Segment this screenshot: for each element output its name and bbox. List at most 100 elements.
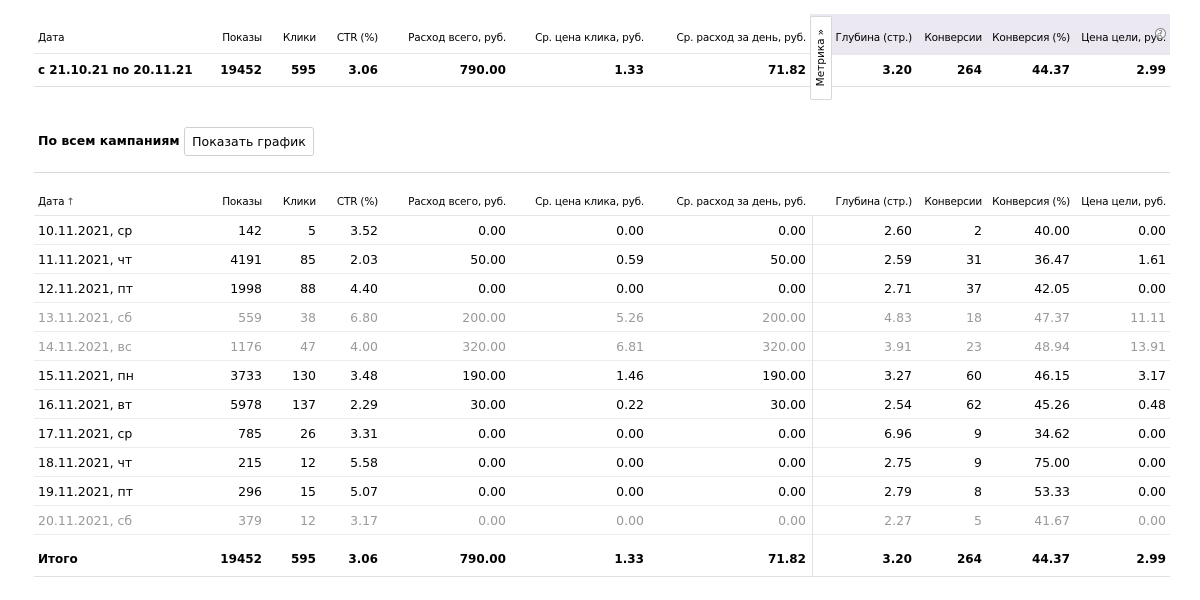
ctr-cell: 5.58	[350, 454, 378, 470]
goal-cost-cell: 0.00	[1138, 483, 1166, 499]
date-cell: 15.11.2021, пн	[38, 367, 134, 383]
impressions-cell: 4191	[230, 251, 262, 267]
ctr-cell: 6.80	[350, 309, 378, 325]
impressions-cell: 142	[238, 222, 262, 238]
daily-header-row: Дата ↑ Показы Клики CTR (%) Расход всего, руб…	[34, 189, 1170, 216]
ctr-cell: 2.29	[350, 396, 378, 412]
avg-cpc-column-header[interactable]: Ср. цена клика, руб.	[508, 189, 644, 215]
goal-cost-cell: 0.48	[1138, 396, 1166, 412]
metrika-tab[interactable]: Метрика »	[810, 16, 832, 100]
avg-daily-spend-total-cell: 71.82	[768, 551, 806, 566]
avg-cpc-header: Ср. цена клика, руб.	[535, 31, 644, 44]
goal-cost-cell: 0.00	[1138, 425, 1166, 441]
conversions-cell: 31	[966, 251, 982, 267]
metrika-tab-content: Метрика »	[815, 29, 827, 86]
conversions-cell: 8	[974, 483, 982, 499]
conversion-rate-cell: 40.00	[1034, 222, 1070, 238]
table-row: 17.11.2021, ср 785 26 3.31 0.00 0.00 0.00 6.96 9…	[34, 419, 1170, 448]
spend-total-cell: 0.00	[478, 512, 506, 528]
conversions-cell: 9	[974, 425, 982, 441]
goal-cost-cell: 0.00	[1138, 512, 1166, 528]
summary-header-row: Дата Показы Клики CTR (%) Расход всего, руб.…	[34, 22, 1170, 54]
spend-total-cell: 30.00	[470, 396, 506, 412]
goal-cost-cell: 13.91	[1130, 338, 1166, 354]
conversions-column-header[interactable]: Конверсии	[914, 189, 982, 215]
show-chart-button[interactable]: Показать график	[184, 127, 314, 156]
clicks-cell: 137	[292, 396, 316, 412]
clicks-header: Клики	[282, 31, 316, 44]
table-row: 12.11.2021, пт 1998 88 4.40 0.00 0.00 0.00 2.71…	[34, 274, 1170, 303]
impressions-cell: 785	[238, 425, 262, 441]
conversions-header: Конверсии	[924, 31, 982, 44]
conversions-cell: 18	[966, 309, 982, 325]
depth-total-cell: 3.20	[882, 551, 912, 566]
goal-cost-cell: 0.00	[1138, 454, 1166, 470]
avg-cpc-cell: 0.00	[616, 483, 644, 499]
conversions-cell: 62	[966, 396, 982, 412]
conversions-cell: 37	[966, 280, 982, 296]
ctr-column-header[interactable]: CTR (%)	[318, 189, 378, 215]
date-cell: 18.11.2021, чт	[38, 454, 133, 470]
depth-cell: 6.96	[884, 425, 912, 441]
table-row: 14.11.2021, вс 1176 47 4.00 320.00 6.81 320.00…	[34, 332, 1170, 361]
ctr-summary-value: 3.06	[348, 63, 378, 77]
spend-total-cell: 50.00	[470, 251, 506, 267]
spend-total-summary-value: 790.00	[459, 63, 506, 77]
table-row: 19.11.2021, пт 296 15 5.07 0.00 0.00 0.00 2.79 8…	[34, 477, 1170, 506]
date-summary-value: с 21.10.21 по 20.11.21	[38, 63, 193, 77]
goal-cost-column-header[interactable]: Цена цели, руб.	[1072, 189, 1166, 215]
conversions-cell: 23	[966, 338, 982, 354]
avg-daily-spend-cell: 0.00	[778, 454, 806, 470]
summary-table: Дата Показы Клики CTR (%) Расход всего, руб.…	[34, 14, 1170, 100]
conversion-rate-cell: 47.37	[1034, 309, 1070, 325]
conversions-cell: 5	[974, 512, 982, 528]
help-circle-icon[interactable]: ?	[1155, 28, 1166, 39]
depth-cell: 2.71	[884, 280, 912, 296]
impressions-cell: 296	[238, 483, 262, 499]
avg-daily-spend-summary-value: 71.82	[768, 63, 806, 77]
date-column-header[interactable]: Дата ↑	[38, 189, 208, 215]
depth-cell: 2.79	[884, 483, 912, 499]
conversions-total-cell: 264	[956, 551, 982, 566]
depth-summary-value: 3.20	[882, 63, 912, 77]
clicks-cell: 85	[300, 251, 316, 267]
metrika-tab-label: Метрика	[815, 38, 827, 87]
avg-cpc-cell: 0.00	[616, 280, 644, 296]
spend-total-cell: 0.00	[478, 425, 506, 441]
spend-total-cell: 0.00	[478, 280, 506, 296]
avg-cpc-cell: 0.22	[616, 396, 644, 412]
sort-ascending-icon: ↑	[66, 196, 75, 208]
date-header: Дата	[38, 31, 65, 44]
conversion-rate-cell: 34.62	[1034, 425, 1070, 441]
table-row: 13.11.2021, сб 559 38 6.80 200.00 5.26 200.00 4…	[34, 303, 1170, 332]
campaigns-label: По всем кампаниям	[38, 133, 180, 148]
conversion-rate-cell: 42.05	[1034, 280, 1070, 296]
ctr-cell: 4.40	[350, 280, 378, 296]
table-row: 20.11.2021, сб 379 12 3.17 0.00 0.00 0.00 2.27 5…	[34, 506, 1170, 535]
spend-total-cell: 0.00	[478, 222, 506, 238]
avg-cpc-cell: 6.81	[616, 338, 644, 354]
goal-cost-cell: 11.11	[1130, 309, 1166, 325]
date-cell: 13.11.2021, сб	[38, 309, 133, 325]
conversion-rate-summary-value: 44.37	[1032, 63, 1070, 77]
daily-total-row: Итого 19452 595 3.06 790.00 1.33 71.82 3.20 264 4…	[34, 541, 1170, 577]
depth-column-header[interactable]: Глубина (стр.)	[824, 189, 912, 215]
clicks-cell: 5	[308, 222, 316, 238]
depth-cell: 2.54	[884, 396, 912, 412]
impressions-column-header[interactable]: Показы	[208, 189, 262, 215]
ctr-cell: 3.17	[350, 512, 378, 528]
clicks-cell: 26	[300, 425, 316, 441]
avg-daily-spend-cell: 30.00	[770, 396, 806, 412]
avg-daily-spend-column-header[interactable]: Ср. расход за день, руб.	[646, 189, 806, 215]
ctr-cell: 3.31	[350, 425, 378, 441]
goal-cost-cell: 1.61	[1138, 251, 1166, 267]
conversion-rate-cell: 41.67	[1034, 512, 1070, 528]
goal-cost-summary-value: 2.99	[1136, 63, 1166, 77]
spend-total-column-header[interactable]: Расход всего, руб.	[380, 189, 506, 215]
conversions-cell: 2	[974, 222, 982, 238]
clicks-cell: 47	[300, 338, 316, 354]
clicks-cell: 38	[300, 309, 316, 325]
clicks-column-header[interactable]: Клики	[264, 189, 316, 215]
goal-cost-cell: 0.00	[1138, 280, 1166, 296]
conversion-rate-column-header[interactable]: Конверсия (%)	[984, 189, 1070, 215]
